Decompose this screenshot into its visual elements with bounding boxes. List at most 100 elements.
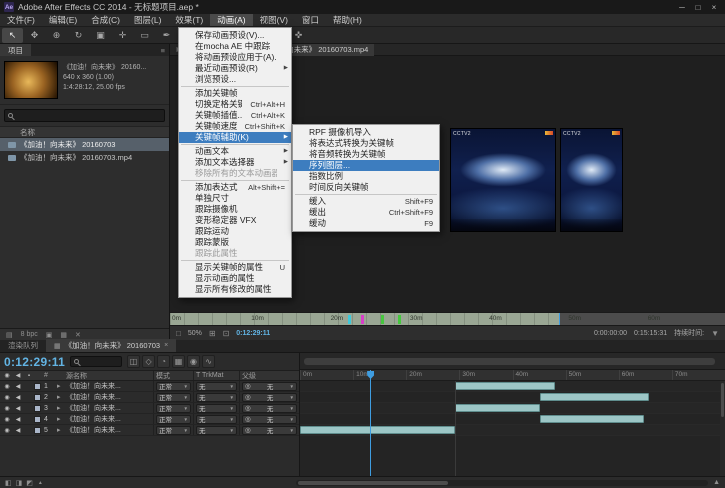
- timeline-tab[interactable]: ▦ 渲染队列 ×: [0, 339, 46, 352]
- layer-row[interactable]: ◉ ◀ 3 ▸ 《加油！向未来... 正常▼ 无▼ ◎无▼: [0, 403, 299, 414]
- region-of-interest-icon[interactable]: ⊡: [223, 329, 230, 338]
- layer-row[interactable]: ◉ ◀ 4 ▸ 《加油！向未来... 正常▼ 无▼ ◎无▼: [0, 414, 299, 425]
- layer-preview-small[interactable]: CCTV2: [560, 128, 623, 232]
- layer-color-chip[interactable]: [34, 405, 41, 412]
- menu-item[interactable]: 跟踪运动 ▶: [179, 226, 291, 237]
- scrollbar-thumb[interactable]: [721, 383, 724, 417]
- audio-icon[interactable]: ◀: [14, 383, 22, 390]
- trkmat-dropdown[interactable]: 无▼: [196, 404, 237, 413]
- submenu-item[interactable]: 序列图层...: [293, 160, 439, 171]
- video-visibility-icon[interactable]: ◉: [3, 416, 11, 423]
- layer-color-chip[interactable]: [34, 383, 41, 390]
- pen-tool[interactable]: ✒: [156, 28, 177, 43]
- navigator-band[interactable]: [304, 358, 715, 365]
- timeline-marker[interactable]: [381, 315, 384, 324]
- menu-item[interactable]: 添加表达式 Alt+Shift+= ▶: [179, 182, 291, 193]
- in-point-time[interactable]: 0:00:00:00: [594, 330, 627, 337]
- parent-dropdown[interactable]: ◎无▼: [242, 404, 297, 413]
- video-visibility-icon[interactable]: ◉: [3, 383, 11, 390]
- layer-name[interactable]: 《加油！向未来...: [66, 414, 153, 424]
- grid-guides-icon[interactable]: ⊞: [209, 329, 216, 338]
- menubar-item[interactable]: 合成(C): [84, 14, 127, 26]
- new-folder-icon[interactable]: ▣: [46, 331, 53, 339]
- footage-current-time-indicator[interactable]: [559, 313, 560, 325]
- hand-tool[interactable]: ✥: [24, 28, 45, 43]
- menu-item[interactable]: 变形稳定器 VFX ▶: [179, 215, 291, 226]
- transparency-grid-icon[interactable]: □: [176, 329, 181, 338]
- menubar-item[interactable]: 图层(L): [127, 14, 168, 26]
- audio-icon[interactable]: ◀: [14, 405, 22, 412]
- menu-item[interactable]: 在mocha AE 中跟踪 ▶: [179, 41, 291, 52]
- selection-tool[interactable]: ↖: [2, 28, 23, 43]
- audio-icon[interactable]: ◀: [14, 427, 22, 434]
- options-caret-icon[interactable]: ▼: [711, 329, 719, 338]
- twirl-icon[interactable]: ▸: [57, 382, 66, 390]
- footage-current-time[interactable]: 0:12:29:11: [236, 330, 270, 337]
- submenu-item[interactable]: RPF 摄像机导入: [293, 127, 439, 138]
- layer-name[interactable]: 《加油！向未来...: [66, 392, 153, 402]
- trkmat-dropdown[interactable]: 无▼: [196, 393, 237, 402]
- mode-dropdown[interactable]: 正常▼: [156, 404, 191, 413]
- twirl-icon[interactable]: ▸: [57, 415, 66, 423]
- parent-dropdown[interactable]: ◎无▼: [242, 382, 297, 391]
- menubar-item[interactable]: 动画(A): [210, 14, 252, 26]
- submenu-item[interactable]: 指数比例: [293, 171, 439, 182]
- frame-blend-icon[interactable]: ▦: [172, 355, 185, 368]
- twirl-icon[interactable]: ▸: [57, 426, 66, 434]
- project-search-input[interactable]: [4, 109, 165, 122]
- color-depth-button[interactable]: 8 bpc: [21, 331, 38, 338]
- menu-item[interactable]: 跟踪摄像机 ▶: [179, 204, 291, 215]
- twirl-icon[interactable]: ▸: [57, 393, 66, 401]
- panel-menu-icon[interactable]: ≡: [157, 46, 169, 55]
- timeline-marker[interactable]: [361, 315, 364, 324]
- mode-dropdown[interactable]: 正常▼: [156, 393, 191, 402]
- layer-color-chip[interactable]: [34, 394, 41, 401]
- submenu-item[interactable]: 缓动 F9: [293, 218, 439, 229]
- parent-dropdown[interactable]: ◎无▼: [242, 426, 297, 435]
- project-item-row[interactable]: 《加油！向未来》 20160703: [0, 138, 169, 151]
- zoom-tool[interactable]: ⊕: [46, 28, 67, 43]
- out-point-time[interactable]: 0:15:15:31: [634, 330, 667, 337]
- audio-icon[interactable]: ◀: [14, 416, 22, 423]
- expand-layer-switches-icon[interactable]: ◧: [5, 479, 12, 487]
- menu-item[interactable]: 动画文本 ▶: [179, 146, 291, 157]
- layer-duration-bar[interactable]: [300, 426, 455, 434]
- timeline-marker[interactable]: [348, 315, 351, 324]
- layer-preview-large[interactable]: CCTV2: [450, 128, 556, 232]
- horizontal-scrollbar[interactable]: [296, 480, 708, 486]
- tab-project[interactable]: 项目: [0, 44, 31, 56]
- source-name-column-header[interactable]: 源名称: [66, 371, 153, 381]
- current-time-indicator-line[interactable]: [370, 370, 371, 476]
- submenu-item[interactable]: 时间反向关键帧: [293, 182, 439, 193]
- video-visibility-icon[interactable]: ◉: [3, 405, 11, 412]
- new-composition-icon[interactable]: ▦: [60, 331, 67, 339]
- menu-item[interactable]: 将动画预设应用于(A)... ▶: [179, 52, 291, 63]
- layer-name[interactable]: 《加油！向未来...: [66, 403, 153, 413]
- menu-item[interactable]: 显示关键帧的属性 U ▶: [179, 262, 291, 273]
- camera-tool[interactable]: ▣: [90, 28, 111, 43]
- timeline-marker[interactable]: [398, 315, 401, 324]
- graph-editor-icon[interactable]: ∿: [202, 355, 215, 368]
- menu-item[interactable]: 跟踪蒙版 ▶: [179, 237, 291, 248]
- timeline-tab[interactable]: ▦ 《加油！向未来》 20160703 ×: [46, 339, 176, 352]
- scrollbar-thumb[interactable]: [298, 481, 448, 485]
- menu-item[interactable]: 关键帧辅助(K) ▶: [179, 132, 291, 143]
- trkmat-column-header[interactable]: T TrkMat: [193, 371, 239, 380]
- submenu-item[interactable]: 缓出 Ctrl+Shift+F9: [293, 207, 439, 218]
- video-visibility-icon[interactable]: ◉: [3, 394, 11, 401]
- delete-icon[interactable]: ✕: [75, 331, 81, 339]
- zoom-level[interactable]: 50%: [188, 330, 202, 337]
- maximize-button[interactable]: □: [691, 3, 705, 12]
- menu-item[interactable]: 添加关键帧 ▶: [179, 88, 291, 99]
- trkmat-dropdown[interactable]: 无▼: [196, 415, 237, 424]
- layer-duration-bar[interactable]: [455, 404, 540, 412]
- mode-dropdown[interactable]: 正常▼: [156, 415, 191, 424]
- menubar-item[interactable]: 帮助(H): [326, 14, 369, 26]
- submenu-item[interactable]: 将表达式转换为关键帧: [293, 138, 439, 149]
- layer-color-chip[interactable]: [34, 416, 41, 423]
- menu-item[interactable]: 关键帧速度... Ctrl+Shift+K ▶: [179, 121, 291, 132]
- comp-mini-flowchart-icon[interactable]: ◫: [127, 355, 140, 368]
- project-item-row[interactable]: 《加油！向未来》 20160703.mp4: [0, 151, 169, 164]
- mode-dropdown[interactable]: 正常▼: [156, 382, 191, 391]
- menu-item[interactable]: 浏览预设... ▶: [179, 74, 291, 85]
